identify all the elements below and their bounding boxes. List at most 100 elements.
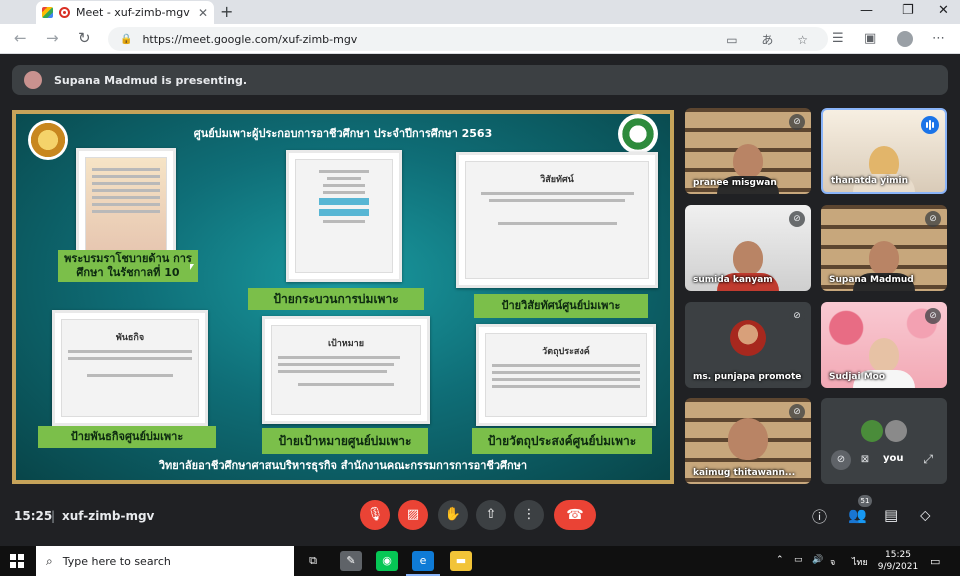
presenting-banner: Supana Madmud is presenting. xyxy=(12,65,948,95)
windows-start-icon[interactable] xyxy=(10,554,24,568)
mouse-cursor-icon xyxy=(190,264,194,270)
ime-indicator-icon[interactable]: จ xyxy=(830,555,835,569)
system-date: 9/9/2021 xyxy=(877,562,919,572)
divider: | xyxy=(51,509,56,523)
collections-icon[interactable]: ▣ xyxy=(864,31,876,46)
meeting-time: 15:25 xyxy=(14,509,53,523)
notification-icon[interactable]: ▭ xyxy=(930,555,940,568)
reload-icon[interactable]: ↻ xyxy=(78,29,91,47)
forward-arrow-icon[interactable]: → xyxy=(46,29,59,47)
tray-chevron-icon[interactable]: ⌃ xyxy=(776,555,784,565)
participant-video xyxy=(869,241,899,275)
participant-name: pranee misgwan xyxy=(693,178,777,188)
speaking-indicator-icon xyxy=(921,116,939,134)
objective-card: วัตถุประสงค์ xyxy=(476,324,656,426)
vision-heading: วิสัยทัศน์ xyxy=(540,175,574,185)
participant-tile[interactable]: ⊘ pranee misgwan xyxy=(685,108,811,194)
mic-off-icon: ⊘ xyxy=(789,308,805,324)
slide-footer: วิทยาลัยอาชีวศึกษาศาสนบริหารธุรกิจ สำนัก… xyxy=(158,459,528,472)
people-icon[interactable]: 👥 xyxy=(848,506,867,524)
vision-label: ป้ายวิสัยทัศน์ศูนย์บ่มเพาะ xyxy=(474,294,648,318)
search-placeholder: Type here to search xyxy=(62,554,171,568)
mission-heading: พันธกิจ xyxy=(115,333,145,343)
vision-card: วิสัยทัศน์ xyxy=(456,152,658,288)
mission-card: พันธกิจ xyxy=(52,310,208,426)
participant-tile[interactable]: ⊘ kaimug thitawann... xyxy=(685,398,811,484)
camera-off-icon[interactable]: ▨ xyxy=(398,500,428,530)
goal-card: เป้าหมาย xyxy=(262,316,430,424)
browser-toolbar: ← → ↻ 🔒 https://meet.google.com/xuf-zimb… xyxy=(0,24,960,54)
task-view-icon[interactable]: ⧉ xyxy=(302,551,324,571)
process-chart-card xyxy=(286,150,402,282)
slide-title: ศูนย์บ่มเพาะผู้ประกอบการอาชีวศึกษา ประจำ… xyxy=(193,127,493,140)
hand-icon[interactable]: ✋ xyxy=(438,500,468,530)
taskbar-search-box[interactable]: ⌕ Type here to search xyxy=(36,546,294,576)
participant-name: Supana Madmud xyxy=(829,275,914,285)
objective-label: ป้ายวัตถุประสงค์ศูนย์บ่มเพาะ xyxy=(472,428,652,454)
line-app-icon[interactable]: ◉ xyxy=(376,551,398,571)
browser-menu-icon[interactable]: ⋯ xyxy=(932,31,945,46)
system-clock[interactable]: 15:25 9/9/2021 xyxy=(876,549,920,573)
camera-permission-icon[interactable]: ▭ あ ☆ xyxy=(726,31,818,48)
policy-label: พระบรมราโชบายด้าน การศึกษา ในรัชกาลที่ 1… xyxy=(58,250,198,282)
mic-off-icon[interactable]: ⊘ xyxy=(831,450,851,470)
system-time: 15:25 xyxy=(885,550,911,560)
profile-avatar[interactable] xyxy=(897,31,913,47)
goal-heading: เป้าหมาย xyxy=(327,339,365,349)
windows-taskbar: ⌕ Type here to search ⧉ ✎ ◉ e ▬ ⌃ ▭ 🔊 จ … xyxy=(0,546,960,576)
present-screen-icon[interactable]: ⇧ xyxy=(476,500,506,530)
mic-off-icon: ⊘ xyxy=(925,308,941,324)
back-arrow-icon[interactable]: ← xyxy=(14,29,27,47)
mission-label: ป้ายพันธกิจศูนย์บ่มเพาะ xyxy=(38,426,216,448)
self-label: you xyxy=(883,453,904,464)
activities-icon[interactable]: ⬦ xyxy=(920,506,931,524)
participant-tile[interactable]: ⊘ sumida kanyam xyxy=(685,205,811,291)
recording-indicator-icon xyxy=(59,7,70,18)
camera-off-icon[interactable]: ⊠ xyxy=(855,450,875,470)
network-icon[interactable]: ▭ xyxy=(794,555,803,565)
language-indicator[interactable]: ไทย xyxy=(852,555,868,569)
edge-browser-icon[interactable]: e xyxy=(412,551,434,571)
mic-off-icon: ⊘ xyxy=(789,211,805,227)
chat-icon[interactable]: ▤ xyxy=(884,506,898,524)
policy-poster-card xyxy=(76,148,176,260)
participant-video xyxy=(733,144,763,178)
participant-video xyxy=(728,418,768,460)
presenter-avatar xyxy=(24,71,42,89)
participant-tile[interactable]: ⊘ Sudjai Moo xyxy=(821,302,947,388)
mic-off-icon: ⊘ xyxy=(789,114,805,130)
tab-close-icon[interactable]: ✕ xyxy=(198,6,208,20)
goal-label: ป้ายเป้าหมายศูนย์บ่มเพาะ xyxy=(262,428,428,454)
participant-name: thanatda yimin xyxy=(831,176,909,186)
participant-avatar xyxy=(885,420,907,442)
participant-name: sumida kanyam xyxy=(693,275,773,285)
expand-icon[interactable]: ⤢ xyxy=(923,452,933,467)
mic-off-icon: ⊘ xyxy=(789,404,805,420)
participant-avatar xyxy=(730,320,766,356)
meeting-code: xuf-zimb-mgv xyxy=(62,509,155,523)
mic-off-icon: ⊘ xyxy=(925,211,941,227)
close-window-button[interactable]: ✕ xyxy=(938,3,949,18)
participant-tile[interactable]: thanatda yimin xyxy=(821,108,947,194)
meet-favicon-icon xyxy=(42,7,53,18)
minimize-button[interactable]: — xyxy=(860,3,873,18)
self-tile[interactable]: ⊘ ⊠ you ⤢ xyxy=(821,398,947,484)
paint-app-icon[interactable]: ✎ xyxy=(340,551,362,571)
file-explorer-icon[interactable]: ▬ xyxy=(450,551,472,571)
mic-off-icon[interactable]: 🎙 xyxy=(360,500,390,530)
info-icon[interactable]: ⓘ xyxy=(812,506,827,527)
more-options-icon[interactable]: ⋮ xyxy=(514,500,544,530)
browser-tab-meet[interactable]: Meet - xuf-zimb-mgv ✕ xyxy=(36,1,214,24)
participant-tile[interactable]: ⊘ ms. punjapa promote xyxy=(685,302,811,388)
reading-list-icon[interactable]: ☰ xyxy=(832,31,844,46)
restore-button[interactable]: ❐ xyxy=(902,3,914,18)
participant-name: kaimug thitawann... xyxy=(693,468,796,478)
volume-icon[interactable]: 🔊 xyxy=(812,555,823,565)
shared-screen: ศูนย์บ่มเพาะผู้ประกอบการอาชีวศึกษา ประจำ… xyxy=(12,110,674,484)
presenting-text: Supana Madmud is presenting. xyxy=(54,73,248,87)
hangup-icon[interactable]: ☎ xyxy=(554,500,596,530)
participant-name: ms. punjapa promote xyxy=(693,372,802,382)
address-bar[interactable]: 🔒 https://meet.google.com/xuf-zimb-mgv ▭… xyxy=(108,27,828,51)
participant-tile[interactable]: ⊘ Supana Madmud xyxy=(821,205,947,291)
new-tab-button[interactable]: + xyxy=(220,2,233,21)
